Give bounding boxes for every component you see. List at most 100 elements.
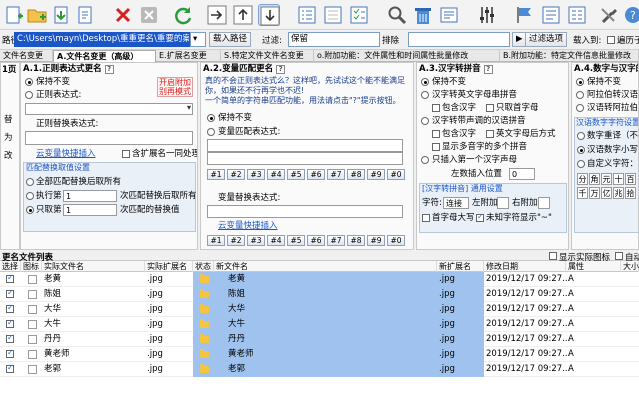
separator-input[interactable]: 连接: [443, 197, 469, 209]
select-none-icon[interactable]: [322, 4, 344, 26]
custom-char-cell[interactable]: 十: [613, 173, 624, 185]
col-attr[interactable]: 属性: [566, 261, 621, 272]
custom-radio[interactable]: [577, 160, 585, 168]
row-select-checkbox[interactable]: [6, 273, 14, 283]
auto-checkbox[interactable]: [615, 252, 623, 260]
custom-char-cell[interactable]: 角: [589, 173, 600, 185]
row-select-checkbox[interactable]: [6, 348, 14, 358]
var-number-button[interactable]: #6: [307, 169, 325, 180]
replace-input[interactable]: [207, 205, 403, 218]
load-path-button[interactable]: 载入路径: [209, 32, 252, 47]
col-select[interactable]: 选择: [0, 261, 21, 272]
tab-extension[interactable]: E.扩展名变更: [156, 50, 221, 62]
move-down-icon[interactable]: [258, 4, 280, 26]
initial-only-checkbox[interactable]: [486, 104, 494, 112]
include-hanzi-checkbox-2[interactable]: [432, 130, 440, 138]
var-number-button[interactable]: #3: [247, 169, 265, 180]
add-files-icon[interactable]: [3, 4, 25, 26]
col-status[interactable]: 状态: [193, 261, 214, 272]
table-row[interactable]: 丹丹.jpg丹丹.jpg2019/12/17 09:27...A: [0, 332, 639, 347]
var-number-button[interactable]: #8: [347, 235, 365, 246]
show-icons-checkbox[interactable]: [549, 252, 557, 260]
first-initial-radio[interactable]: [421, 156, 429, 164]
all-match-radio[interactable]: [26, 178, 34, 186]
move-top-icon[interactable]: [206, 4, 228, 26]
table-row[interactable]: 黄老师.jpg黄老师.jpg2019/12/17 09:27...A: [0, 347, 639, 362]
keep-radio[interactable]: [207, 114, 215, 122]
help-icon[interactable]: ?: [104, 65, 114, 74]
export-icon[interactable]: [74, 4, 96, 26]
find-icon[interactable]: [386, 4, 408, 26]
exec-radio[interactable]: [26, 192, 34, 200]
unknown-char-checkbox[interactable]: [476, 212, 484, 222]
keep-radio[interactable]: [25, 78, 33, 86]
pinyin-full-radio[interactable]: [421, 91, 429, 99]
left-append-input[interactable]: [497, 197, 509, 209]
filter-options-button[interactable]: 过滤选项: [525, 32, 568, 47]
tab-attributes[interactable]: o.附加功能：文件属性和时间属性批量修改: [314, 50, 500, 62]
var-number-button[interactable]: #9: [367, 235, 385, 246]
help-icon[interactable]: ?: [622, 4, 639, 26]
pinyin-tone-radio[interactable]: [421, 117, 429, 125]
regex-input[interactable]: [25, 103, 193, 115]
replace-input[interactable]: [25, 131, 193, 145]
invert-select-icon[interactable]: [348, 4, 370, 26]
filter-icon[interactable]: [514, 4, 536, 26]
var-number-button[interactable]: #6: [307, 235, 325, 246]
tab-rename-advanced[interactable]: A.文件名变更（高级）: [53, 50, 156, 62]
var-number-button[interactable]: #1: [207, 235, 225, 246]
row-select-checkbox[interactable]: [6, 318, 14, 328]
only-radio[interactable]: [26, 206, 34, 214]
custom-char-cell[interactable]: 拾: [625, 187, 636, 199]
report-icon[interactable]: [540, 4, 562, 26]
exec-number[interactable]: 1: [63, 190, 117, 202]
cloud-var-link[interactable]: 云变量快捷插入: [36, 149, 96, 159]
right-append-input[interactable]: [538, 197, 550, 209]
row-select-checkbox[interactable]: [6, 363, 14, 373]
only-number[interactable]: 1: [63, 204, 117, 216]
import-icon[interactable]: [50, 4, 72, 26]
custom-char-cell[interactable]: 分: [577, 173, 588, 185]
clear-icon[interactable]: [138, 4, 160, 26]
var-number-button[interactable]: #0: [387, 169, 405, 180]
row-select-checkbox[interactable]: [6, 303, 14, 313]
remove-icon[interactable]: [112, 4, 134, 26]
var-number-button[interactable]: #0: [387, 235, 405, 246]
delete-icon[interactable]: [412, 4, 434, 26]
cn-to-arabic-radio[interactable]: [576, 104, 584, 112]
filter-mode-select[interactable]: 保留: [288, 32, 380, 47]
select-all-icon[interactable]: [296, 4, 318, 26]
refresh-icon[interactable]: [172, 4, 194, 26]
var-number-button[interactable]: #7: [327, 235, 345, 246]
row-select-checkbox[interactable]: [6, 288, 14, 298]
var-number-button[interactable]: #4: [267, 235, 285, 246]
move-up-icon[interactable]: [232, 4, 254, 26]
col-filename[interactable]: 实际文件名: [42, 261, 145, 272]
add-folder-icon[interactable]: [26, 4, 48, 26]
custom-char-cell[interactable]: 万: [589, 187, 600, 199]
var-number-button[interactable]: #2: [227, 169, 245, 180]
custom-char-cell[interactable]: 元: [601, 173, 612, 185]
var-number-button[interactable]: #5: [287, 169, 305, 180]
include-hanzi-checkbox[interactable]: [432, 104, 440, 112]
table-row[interactable]: 陈姐.jpg陈姐.jpg2019/12/17 09:27...A: [0, 287, 639, 302]
var-expr-radio[interactable]: [207, 128, 215, 136]
options-icon[interactable]: [476, 4, 498, 26]
include-ext-checkbox[interactable]: [122, 150, 130, 158]
tab-specific-file[interactable]: S.特定文件文件名变更: [221, 50, 314, 62]
eng-space-checkbox[interactable]: [486, 130, 494, 138]
table-row[interactable]: 大牛.jpg大牛.jpg2019/12/17 09:27...A: [0, 317, 639, 332]
var-number-button[interactable]: #3: [247, 235, 265, 246]
var-number-button[interactable]: #8: [347, 169, 365, 180]
help-icon[interactable]: ?: [276, 65, 286, 74]
subfolders-checkbox[interactable]: [607, 36, 615, 44]
regex-radio[interactable]: [25, 91, 33, 99]
keep-radio[interactable]: [576, 78, 584, 86]
tools-icon[interactable]: [598, 4, 620, 26]
col-ext[interactable]: 实际扩展名: [145, 261, 193, 272]
col-size[interactable]: 大小: [621, 261, 639, 272]
edit-icon[interactable]: [438, 4, 460, 26]
multi-pinyin-checkbox[interactable]: [432, 143, 440, 151]
var-number-button[interactable]: #1: [207, 169, 225, 180]
arabic-to-cn-radio[interactable]: [576, 91, 584, 99]
